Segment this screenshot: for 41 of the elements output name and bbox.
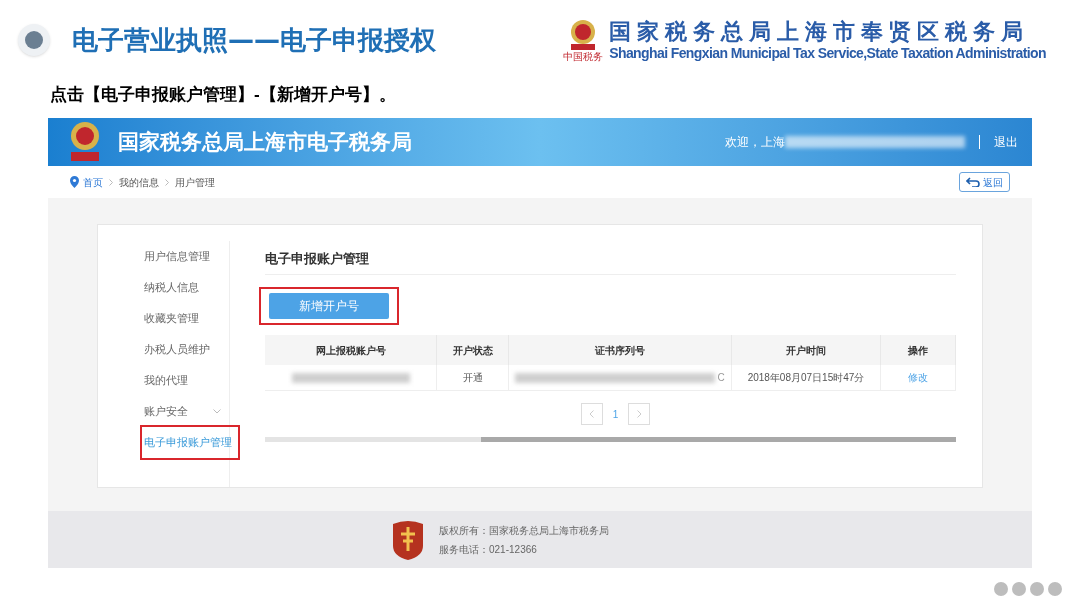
breadcrumb-link[interactable]: 首页 [83, 174, 103, 190]
breadcrumb-link[interactable]: 我的信息 [119, 174, 159, 190]
breadcrumb-link[interactable]: 用户管理 [175, 174, 215, 190]
column-header: 开户状态 [437, 335, 509, 365]
location-pin-icon [70, 176, 79, 188]
org-name: 国家税务总局上海市奉贤区税务局 [609, 17, 1031, 45]
column-header: 证书序列号 [509, 335, 732, 365]
badge-icon [391, 519, 425, 560]
table-cell-text: 开通 [462, 371, 483, 385]
logout-link[interactable]: 退出 [994, 133, 1018, 151]
instruction-text: 点击【电子申报账户管理】-【新增开户号】。 [49, 84, 397, 106]
next-page-button[interactable] [628, 403, 651, 425]
sidebar-item[interactable]: 电子申报账户管理 [142, 427, 238, 458]
column-header: 开户时间 [732, 335, 881, 365]
table-cell-text: 2018年08月07日15时47分 [747, 371, 865, 385]
previous-page-button[interactable] [580, 403, 603, 425]
sidebar-item[interactable]: 账户安全 [144, 396, 229, 427]
column-header: 网上报税账户号 [265, 335, 437, 365]
sidebar-item[interactable]: 收藏夹管理 [144, 303, 229, 334]
sidebar-item[interactable]: 纳税人信息 [144, 272, 229, 303]
breadcrumb-separator-icon [165, 178, 169, 186]
sidebar-item[interactable]: 我的代理 [144, 365, 229, 396]
chevron-down-icon [213, 409, 221, 414]
slide-title: 电子营业执照——电子申报授权 [72, 23, 436, 57]
breadcrumb-separator-icon [109, 178, 113, 186]
sidebar-item[interactable]: 用户信息管理 [144, 241, 229, 272]
horizontal-scrollbar[interactable] [265, 437, 956, 442]
sidebar-item[interactable]: 办税人员维护 [144, 334, 229, 365]
service-phone-text: 服务电话：021-12366 [439, 542, 538, 557]
logo-caption: 中国税务 [563, 52, 604, 62]
back-button[interactable]: 返回 [959, 172, 1010, 192]
org-name-english: Shanghai Fengxian Municipal Tax Service,State Taxation Administration [609, 45, 1046, 63]
site-title: 国家税务总局上海市电子税务局 [118, 129, 412, 156]
table-cell-text: C [717, 371, 725, 385]
chevron-right-icon [636, 410, 642, 418]
section-title: 电子申报账户管理 [265, 249, 956, 275]
copyright-text: 版权所有：国家税务总局上海市税务局 [439, 523, 609, 538]
column-header: 操作 [881, 335, 956, 365]
return-arrow-icon [966, 177, 980, 187]
chevron-left-icon [589, 410, 595, 418]
welcome-text: 欢迎，上海 [725, 134, 785, 151]
